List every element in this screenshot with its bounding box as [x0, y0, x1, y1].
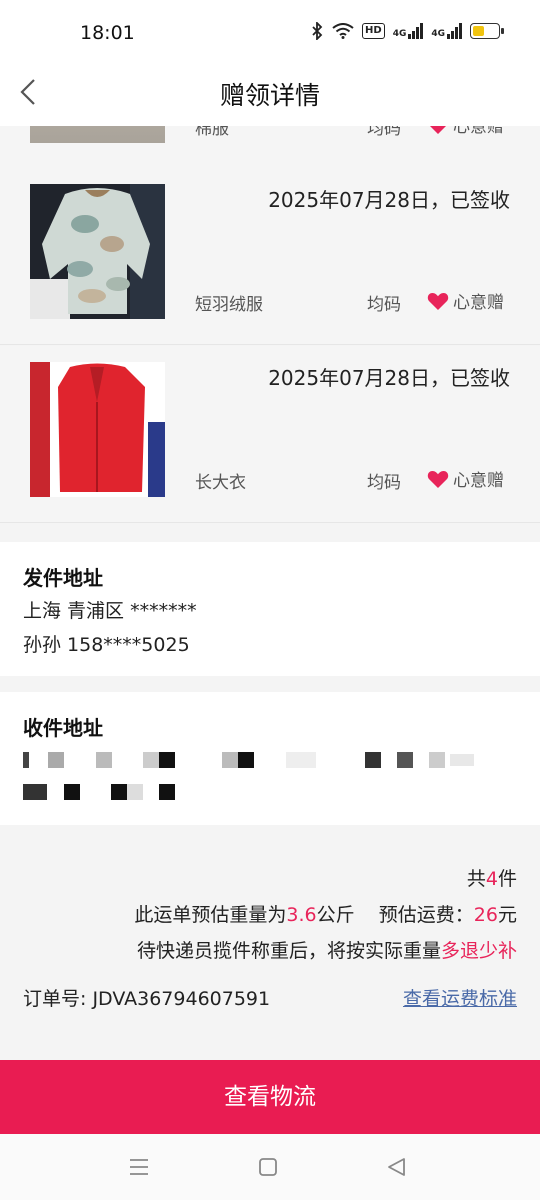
item-image	[30, 184, 165, 319]
gift-label: 心意赠	[453, 293, 504, 313]
gift-tag: 心意赠	[427, 126, 504, 137]
item-row[interactable]: 2025年07月28日，已签收 短羽绒服 均码 心意赠	[0, 168, 540, 345]
shipping-summary: 共4件 此运单预估重量为3.6公斤 预估运费：26元 待快递员揽件称重后，将按实…	[0, 826, 540, 1060]
item-size: 均码	[367, 473, 401, 493]
heart-icon	[427, 470, 449, 488]
gift-tag: 心意赠	[427, 466, 504, 491]
signal-4g-icon-2: 4G	[431, 23, 462, 39]
content-scroll[interactable]: 棉服 均码 心意赠 2025年07月28日，已签收 短羽绒服 均码 心意赠 20…	[0, 126, 540, 1060]
item-date: 2025年07月28日，已签收	[268, 366, 510, 390]
item-count: 共4件	[466, 868, 517, 890]
hd-icon: HD	[362, 23, 385, 39]
heart-icon	[430, 126, 446, 134]
bluetooth-icon	[312, 22, 323, 40]
battery-icon	[470, 23, 504, 39]
item-size: 均码	[367, 295, 401, 315]
item-name: 棉服	[195, 126, 229, 139]
system-nav-bar	[0, 1134, 540, 1200]
weight-notice: 待快递员揽件称重后，将按实际重量多退少补	[136, 940, 517, 962]
status-icons: HD 4G 4G	[310, 22, 504, 40]
fee-standard-link[interactable]: 查看运费标准	[403, 984, 517, 1011]
title-bar: 赠领详情	[0, 66, 540, 126]
sender-contact: 孙孙 158****5025	[23, 634, 190, 656]
sender-title: 发件地址	[23, 566, 103, 590]
receiver-title: 收件地址	[23, 716, 103, 740]
item-row[interactable]: 2025年07月28日，已签收 长大衣 均码 心意赠	[0, 346, 540, 523]
item-size: 均码	[367, 126, 401, 139]
menu-icon[interactable]	[129, 1158, 149, 1176]
gift-label: 心意赠	[453, 471, 504, 491]
order-number: 订单号: JDVA36794607591	[23, 988, 271, 1010]
view-logistics-button[interactable]: 查看物流	[0, 1060, 540, 1134]
item-name: 短羽绒服	[195, 295, 263, 315]
item-date: 2025年07月28日，已签收	[268, 188, 510, 212]
item-image	[30, 126, 165, 143]
wifi-icon	[332, 23, 354, 39]
item-image	[30, 362, 165, 497]
sender-address: 上海 青浦区 *******	[23, 600, 197, 622]
signal-4g-icon-1: 4G	[393, 23, 424, 39]
weight-fee-line: 此运单预估重量为3.6公斤 预估运费：26元	[134, 904, 517, 926]
sender-address-card: 发件地址 上海 青浦区 ******* 孙孙 158****5025	[0, 542, 540, 676]
square-home-icon[interactable]	[258, 1157, 278, 1177]
triangle-back-icon[interactable]	[386, 1157, 406, 1177]
gift-tag: 心意赠	[427, 288, 504, 313]
gift-label: 心意赠	[453, 126, 504, 137]
status-bar: 18:01 HD 4G 4G	[0, 0, 540, 66]
heart-icon	[427, 292, 449, 310]
status-time: 18:01	[80, 22, 135, 44]
item-name: 长大衣	[195, 473, 246, 493]
item-row[interactable]: 棉服 均码 心意赠	[0, 126, 540, 169]
receiver-address-card: 收件地址	[0, 692, 540, 825]
page-title: 赠领详情	[219, 81, 320, 110]
